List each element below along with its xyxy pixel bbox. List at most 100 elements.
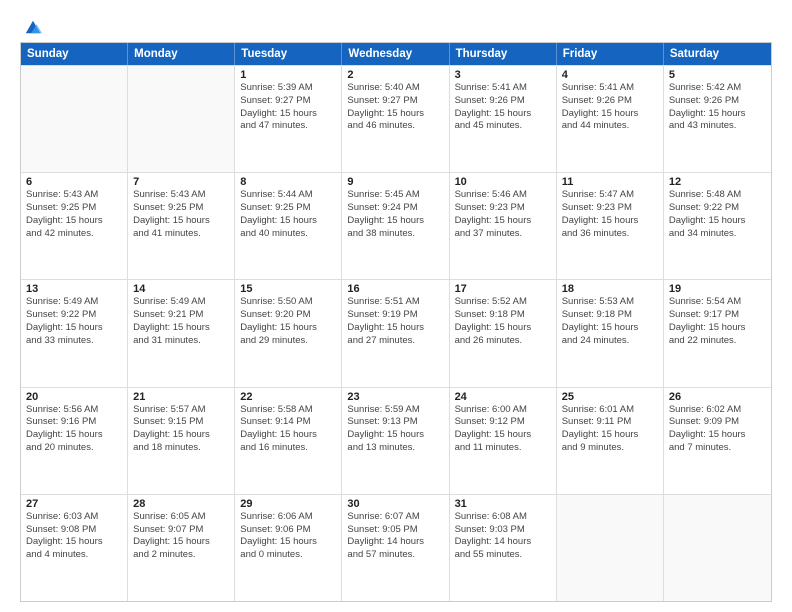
day-info: Sunrise: 5:56 AMSunset: 9:16 PMDaylight:… bbox=[26, 404, 122, 455]
calendar-cell: 10Sunrise: 5:46 AMSunset: 9:23 PMDayligh… bbox=[450, 173, 557, 279]
logo bbox=[20, 18, 42, 32]
weekday-header: Tuesday bbox=[235, 43, 342, 65]
day-info: Sunrise: 5:59 AMSunset: 9:13 PMDaylight:… bbox=[347, 404, 443, 455]
calendar-cell: 19Sunrise: 5:54 AMSunset: 9:17 PMDayligh… bbox=[664, 280, 771, 386]
calendar-cell: 11Sunrise: 5:47 AMSunset: 9:23 PMDayligh… bbox=[557, 173, 664, 279]
weekday-header: Wednesday bbox=[342, 43, 449, 65]
calendar-cell: 13Sunrise: 5:49 AMSunset: 9:22 PMDayligh… bbox=[21, 280, 128, 386]
day-info: Sunrise: 6:08 AMSunset: 9:03 PMDaylight:… bbox=[455, 511, 551, 562]
calendar-cell: 16Sunrise: 5:51 AMSunset: 9:19 PMDayligh… bbox=[342, 280, 449, 386]
day-number: 11 bbox=[562, 176, 658, 188]
day-number: 13 bbox=[26, 283, 122, 295]
day-info: Sunrise: 5:40 AMSunset: 9:27 PMDaylight:… bbox=[347, 82, 443, 133]
day-info: Sunrise: 5:54 AMSunset: 9:17 PMDaylight:… bbox=[669, 296, 766, 347]
day-info: Sunrise: 5:48 AMSunset: 9:22 PMDaylight:… bbox=[669, 189, 766, 240]
calendar-cell: 30Sunrise: 6:07 AMSunset: 9:05 PMDayligh… bbox=[342, 495, 449, 601]
day-number: 31 bbox=[455, 498, 551, 510]
calendar-cell: 29Sunrise: 6:06 AMSunset: 9:06 PMDayligh… bbox=[235, 495, 342, 601]
day-info: Sunrise: 5:58 AMSunset: 9:14 PMDaylight:… bbox=[240, 404, 336, 455]
calendar-cell: 24Sunrise: 6:00 AMSunset: 9:12 PMDayligh… bbox=[450, 388, 557, 494]
calendar-cell: 8Sunrise: 5:44 AMSunset: 9:25 PMDaylight… bbox=[235, 173, 342, 279]
day-info: Sunrise: 6:07 AMSunset: 9:05 PMDaylight:… bbox=[347, 511, 443, 562]
day-number: 16 bbox=[347, 283, 443, 295]
day-info: Sunrise: 5:43 AMSunset: 9:25 PMDaylight:… bbox=[26, 189, 122, 240]
calendar-cell: 15Sunrise: 5:50 AMSunset: 9:20 PMDayligh… bbox=[235, 280, 342, 386]
calendar-cell bbox=[557, 495, 664, 601]
day-number: 12 bbox=[669, 176, 766, 188]
calendar-cell: 26Sunrise: 6:02 AMSunset: 9:09 PMDayligh… bbox=[664, 388, 771, 494]
day-number: 25 bbox=[562, 391, 658, 403]
day-info: Sunrise: 5:44 AMSunset: 9:25 PMDaylight:… bbox=[240, 189, 336, 240]
day-info: Sunrise: 5:46 AMSunset: 9:23 PMDaylight:… bbox=[455, 189, 551, 240]
day-info: Sunrise: 5:47 AMSunset: 9:23 PMDaylight:… bbox=[562, 189, 658, 240]
calendar-cell: 1Sunrise: 5:39 AMSunset: 9:27 PMDaylight… bbox=[235, 66, 342, 172]
day-number: 1 bbox=[240, 69, 336, 81]
day-info: Sunrise: 5:45 AMSunset: 9:24 PMDaylight:… bbox=[347, 189, 443, 240]
calendar-cell: 2Sunrise: 5:40 AMSunset: 9:27 PMDaylight… bbox=[342, 66, 449, 172]
calendar-cell: 4Sunrise: 5:41 AMSunset: 9:26 PMDaylight… bbox=[557, 66, 664, 172]
day-info: Sunrise: 5:43 AMSunset: 9:25 PMDaylight:… bbox=[133, 189, 229, 240]
calendar-cell: 7Sunrise: 5:43 AMSunset: 9:25 PMDaylight… bbox=[128, 173, 235, 279]
day-info: Sunrise: 6:01 AMSunset: 9:11 PMDaylight:… bbox=[562, 404, 658, 455]
day-number: 18 bbox=[562, 283, 658, 295]
weekday-header: Friday bbox=[557, 43, 664, 65]
day-info: Sunrise: 5:51 AMSunset: 9:19 PMDaylight:… bbox=[347, 296, 443, 347]
calendar-cell: 28Sunrise: 6:05 AMSunset: 9:07 PMDayligh… bbox=[128, 495, 235, 601]
calendar-cell: 12Sunrise: 5:48 AMSunset: 9:22 PMDayligh… bbox=[664, 173, 771, 279]
day-number: 22 bbox=[240, 391, 336, 403]
day-number: 24 bbox=[455, 391, 551, 403]
calendar-cell: 14Sunrise: 5:49 AMSunset: 9:21 PMDayligh… bbox=[128, 280, 235, 386]
day-info: Sunrise: 5:42 AMSunset: 9:26 PMDaylight:… bbox=[669, 82, 766, 133]
day-info: Sunrise: 5:53 AMSunset: 9:18 PMDaylight:… bbox=[562, 296, 658, 347]
calendar-row: 1Sunrise: 5:39 AMSunset: 9:27 PMDaylight… bbox=[21, 65, 771, 172]
day-info: Sunrise: 6:00 AMSunset: 9:12 PMDaylight:… bbox=[455, 404, 551, 455]
calendar-row: 13Sunrise: 5:49 AMSunset: 9:22 PMDayligh… bbox=[21, 279, 771, 386]
day-number: 21 bbox=[133, 391, 229, 403]
calendar-cell: 27Sunrise: 6:03 AMSunset: 9:08 PMDayligh… bbox=[21, 495, 128, 601]
day-number: 15 bbox=[240, 283, 336, 295]
day-number: 28 bbox=[133, 498, 229, 510]
day-number: 7 bbox=[133, 176, 229, 188]
day-number: 5 bbox=[669, 69, 766, 81]
day-info: Sunrise: 6:02 AMSunset: 9:09 PMDaylight:… bbox=[669, 404, 766, 455]
header bbox=[20, 18, 772, 32]
day-info: Sunrise: 5:39 AMSunset: 9:27 PMDaylight:… bbox=[240, 82, 336, 133]
calendar-cell bbox=[664, 495, 771, 601]
weekday-header: Sunday bbox=[21, 43, 128, 65]
day-info: Sunrise: 6:06 AMSunset: 9:06 PMDaylight:… bbox=[240, 511, 336, 562]
calendar-cell: 18Sunrise: 5:53 AMSunset: 9:18 PMDayligh… bbox=[557, 280, 664, 386]
calendar-row: 6Sunrise: 5:43 AMSunset: 9:25 PMDaylight… bbox=[21, 172, 771, 279]
logo-icon bbox=[24, 18, 42, 36]
day-number: 19 bbox=[669, 283, 766, 295]
calendar-cell: 5Sunrise: 5:42 AMSunset: 9:26 PMDaylight… bbox=[664, 66, 771, 172]
day-number: 29 bbox=[240, 498, 336, 510]
day-number: 20 bbox=[26, 391, 122, 403]
calendar-cell: 3Sunrise: 5:41 AMSunset: 9:26 PMDaylight… bbox=[450, 66, 557, 172]
calendar-cell: 22Sunrise: 5:58 AMSunset: 9:14 PMDayligh… bbox=[235, 388, 342, 494]
calendar: SundayMondayTuesdayWednesdayThursdayFrid… bbox=[20, 42, 772, 602]
calendar-header: SundayMondayTuesdayWednesdayThursdayFrid… bbox=[21, 43, 771, 65]
calendar-row: 27Sunrise: 6:03 AMSunset: 9:08 PMDayligh… bbox=[21, 494, 771, 601]
day-number: 6 bbox=[26, 176, 122, 188]
day-number: 23 bbox=[347, 391, 443, 403]
calendar-cell: 25Sunrise: 6:01 AMSunset: 9:11 PMDayligh… bbox=[557, 388, 664, 494]
day-info: Sunrise: 5:49 AMSunset: 9:21 PMDaylight:… bbox=[133, 296, 229, 347]
calendar-cell: 20Sunrise: 5:56 AMSunset: 9:16 PMDayligh… bbox=[21, 388, 128, 494]
day-number: 8 bbox=[240, 176, 336, 188]
day-info: Sunrise: 6:03 AMSunset: 9:08 PMDaylight:… bbox=[26, 511, 122, 562]
day-number: 30 bbox=[347, 498, 443, 510]
weekday-header: Monday bbox=[128, 43, 235, 65]
day-number: 4 bbox=[562, 69, 658, 81]
calendar-cell: 9Sunrise: 5:45 AMSunset: 9:24 PMDaylight… bbox=[342, 173, 449, 279]
page: SundayMondayTuesdayWednesdayThursdayFrid… bbox=[0, 0, 792, 612]
day-info: Sunrise: 5:49 AMSunset: 9:22 PMDaylight:… bbox=[26, 296, 122, 347]
weekday-header: Saturday bbox=[664, 43, 771, 65]
calendar-cell: 23Sunrise: 5:59 AMSunset: 9:13 PMDayligh… bbox=[342, 388, 449, 494]
day-info: Sunrise: 5:41 AMSunset: 9:26 PMDaylight:… bbox=[562, 82, 658, 133]
day-number: 3 bbox=[455, 69, 551, 81]
calendar-cell: 21Sunrise: 5:57 AMSunset: 9:15 PMDayligh… bbox=[128, 388, 235, 494]
day-info: Sunrise: 6:05 AMSunset: 9:07 PMDaylight:… bbox=[133, 511, 229, 562]
day-number: 9 bbox=[347, 176, 443, 188]
day-number: 10 bbox=[455, 176, 551, 188]
calendar-cell bbox=[128, 66, 235, 172]
